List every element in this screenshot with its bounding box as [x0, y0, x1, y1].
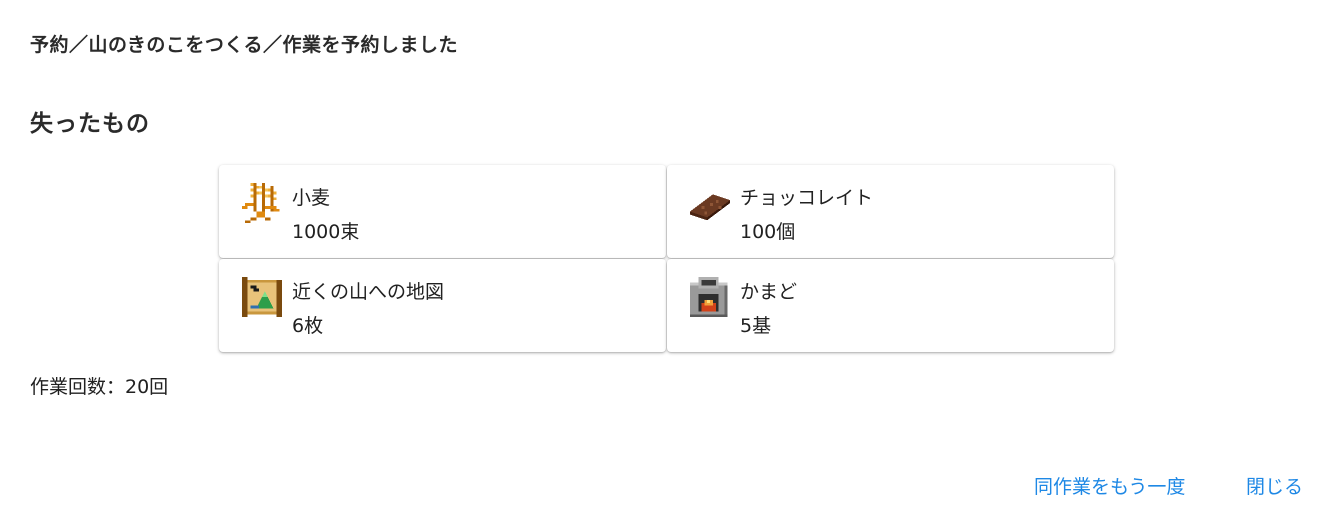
chocolate-icon [687, 180, 733, 226]
item-quantity: 1000束 [292, 221, 360, 243]
close-button[interactable]: 閉じる [1246, 472, 1303, 499]
item-quantity: 6枚 [292, 315, 324, 337]
item-name: かまど [740, 281, 798, 303]
dialog-title: 予約／山のきのこをつくる／作業を予約しました [30, 34, 459, 56]
work-count: 作業回数：20回 [30, 376, 169, 398]
item-card-furnace: かまど 5基 [667, 259, 1114, 352]
repeat-work-button[interactable]: 同作業をもう一度 [1034, 472, 1185, 499]
item-name: 小麦 [292, 187, 331, 209]
item-card-chocolate: チョッコレイト 100個 [667, 165, 1114, 258]
lost-items-heading: 失ったもの [30, 111, 150, 137]
furnace-icon [687, 274, 733, 320]
item-name: チョッコレイト [740, 187, 874, 209]
map-scroll-icon [239, 274, 285, 320]
lost-items-grid: 小麦 1000束 チョッコレイト 100個 近くの山への地図 6枚 かまど 5基 [219, 165, 1115, 353]
item-quantity: 5基 [740, 315, 772, 337]
wheat-icon [239, 180, 285, 226]
item-card-map: 近くの山への地図 6枚 [219, 259, 666, 352]
item-card-wheat: 小麦 1000束 [219, 165, 666, 258]
item-quantity: 100個 [740, 221, 796, 243]
item-name: 近くの山への地図 [292, 281, 445, 303]
